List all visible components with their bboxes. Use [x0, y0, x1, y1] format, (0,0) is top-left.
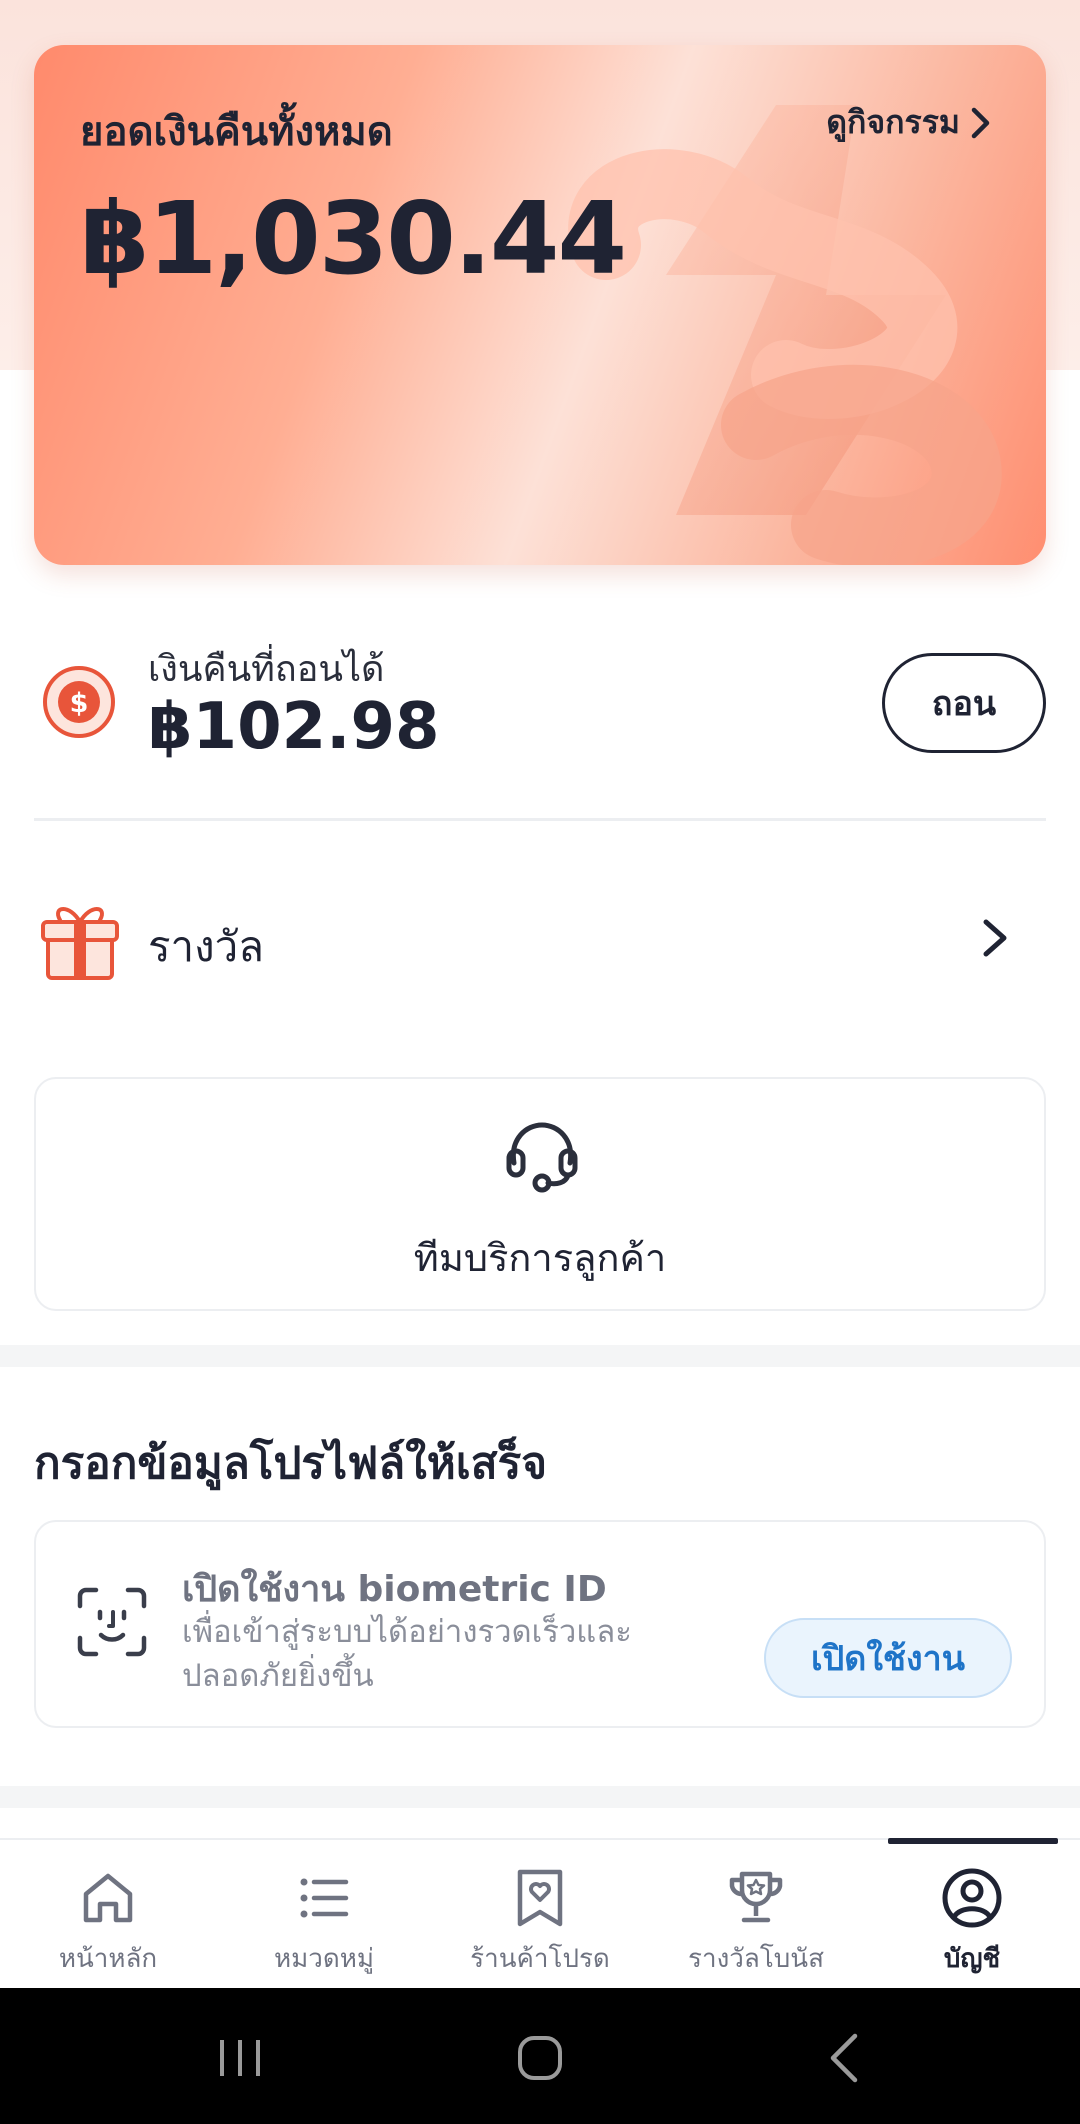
withdrawable-cashback-row: $ เงินคืนที่ถอนได้ ฿102.98 ถอน: [34, 630, 1046, 764]
view-activity-link[interactable]: ดูกิจกรรม: [826, 97, 992, 148]
nav-item-account[interactable]: บัญชี: [864, 1840, 1080, 1990]
face-id-icon: [77, 1587, 147, 1657]
nav-label-categories: หมวดหมู่: [273, 1944, 375, 1974]
recent-apps-icon[interactable]: [200, 2018, 280, 2098]
nav-label-home: หน้าหลัก: [58, 1944, 158, 1974]
nav-item-bonus-rewards[interactable]: รางวัลโบนัส: [648, 1840, 864, 1990]
withdraw-button[interactable]: ถอน: [882, 653, 1046, 753]
account-icon: [942, 1868, 1002, 1928]
nav-item-favorite-stores[interactable]: ร้านค้าโปรด: [432, 1840, 648, 1990]
cashback-total-title: ยอดเงินคืนทั้งหมด: [80, 109, 393, 155]
chevron-right-icon: [983, 919, 1007, 957]
favorite-store-icon: [517, 1869, 563, 1927]
nav-item-categories[interactable]: หมวดหมู่: [216, 1840, 432, 1990]
cashback-total-amount: ฿1,030.44: [80, 180, 627, 297]
trophy-icon: [729, 1871, 783, 1923]
coin-icon: $: [43, 666, 115, 738]
home-button-icon[interactable]: [500, 2018, 580, 2098]
withdrawable-amount: ฿102.98: [148, 690, 440, 764]
withdrawable-label: เงินคืนที่ถอนได้: [148, 649, 385, 690]
bottom-navigation: หน้าหลัก หมวดหมู่ ร้านค้าโปรด รางวัลโบนั…: [0, 1838, 1080, 1988]
headset-icon: [506, 1122, 578, 1193]
home-icon: [83, 1873, 133, 1923]
gift-icon: [41, 907, 119, 980]
nav-label-favorite-stores: ร้านค้าโปรด: [470, 1944, 610, 1974]
rewards-label: รางวัล: [148, 922, 264, 971]
nav-label-bonus-rewards: รางวัลโบนัส: [688, 1944, 824, 1974]
complete-profile-title: กรอกข้อมูลโปรไฟล์ให้เสร็จ: [34, 1438, 548, 1489]
rewards-row[interactable]: รางวัล: [34, 880, 1046, 1000]
biometric-card: เปิดใช้งาน biometric ID เพื่อเข้าสู่ระบบ…: [34, 1520, 1046, 1728]
section-separator: [0, 1786, 1080, 1808]
cashback-total-card: ยอดเงินคืนทั้งหมด ดูกิจกรรม ฿1,030.44: [34, 45, 1046, 565]
biometric-title: เปิดใช้งาน biometric ID: [182, 1569, 607, 1610]
customer-service-label: ทีมบริการลูกค้า: [413, 1236, 667, 1280]
system-navigation-bar: [0, 1988, 1080, 2124]
list-icon: [300, 1878, 349, 1918]
view-activity-label: ดูกิจกรรม: [826, 103, 960, 141]
nav-label-account: บัญชี: [943, 1944, 1001, 1974]
svg-text:$: $: [70, 688, 89, 719]
section-separator: [0, 1345, 1080, 1367]
customer-service-card[interactable]: ทีมบริการลูกค้า: [34, 1077, 1046, 1311]
back-icon[interactable]: [805, 2018, 885, 2098]
chevron-right-icon: [971, 107, 990, 138]
enable-biometric-button[interactable]: เปิดใช้งาน: [764, 1618, 1012, 1698]
divider: [34, 818, 1046, 821]
biometric-description: เพื่อเข้าสู่ระบบได้อย่างรวดเร็วและปลอดภั…: [182, 1614, 632, 1694]
nav-item-home[interactable]: หน้าหลัก: [0, 1840, 216, 1990]
